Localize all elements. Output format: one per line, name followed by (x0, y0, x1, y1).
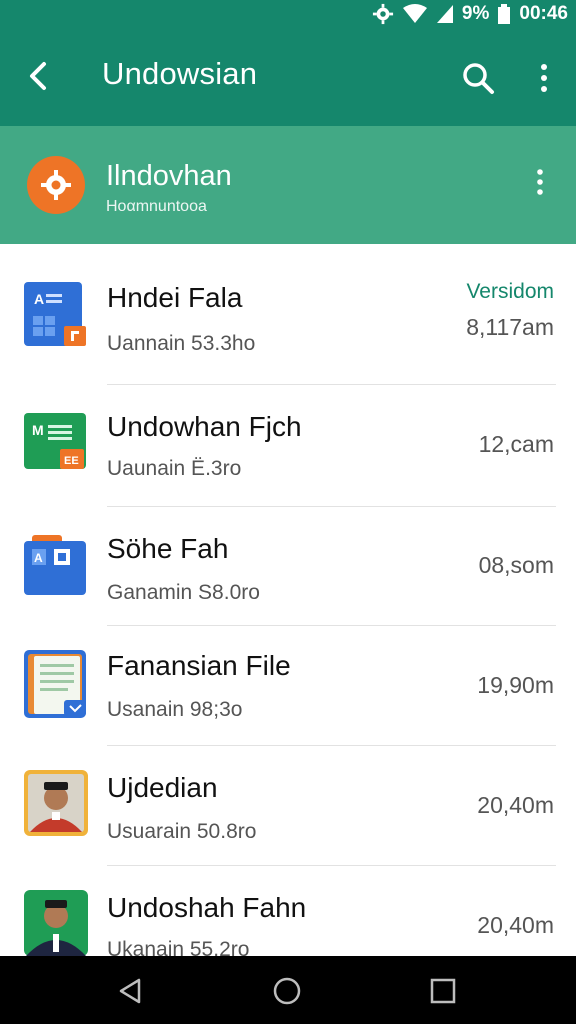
search-icon[interactable] (460, 60, 496, 96)
svg-text:A: A (34, 551, 43, 565)
file-title: Undowhan Fjch (107, 411, 302, 442)
recents-square-icon[interactable] (428, 976, 458, 1006)
gear-logo-icon (41, 170, 71, 200)
file-title: Ujdedian (107, 772, 218, 803)
list-item[interactable]: M EE Undowhan Fjch Uaunain Ë.3ro 12,cam (0, 385, 576, 507)
battery-icon (497, 4, 511, 24)
docs-file-icon: A (24, 282, 88, 348)
file-time: 20,40m (477, 792, 554, 818)
signal-icon (436, 4, 454, 24)
version-badge: Versidom (466, 280, 554, 303)
settings-gear-icon (372, 3, 394, 25)
page-title: Undowsian (102, 56, 258, 91)
status-icons: 9% 00:46 (372, 3, 568, 25)
file-subtitle: Uaunain Ë.3ro (107, 457, 242, 480)
svg-text:M: M (32, 422, 44, 438)
list-item[interactable]: A Hndei Fala Uannain 53.3ho Versidom 8,1… (0, 244, 576, 385)
file-time: 12,cam (478, 431, 554, 457)
file-title: Fanansian File (107, 650, 291, 681)
person-photo-icon (24, 890, 88, 956)
list-item[interactable]: Fanansian File Usanain 98;3o 19,90m (0, 626, 576, 746)
list-item[interactable]: Ujdedian Usuarain 50.8ro 20,40m (0, 746, 576, 866)
home-circle-icon[interactable] (272, 976, 302, 1006)
account-subtitle: Hoαmnuntooa (106, 198, 207, 215)
file-time: 19,90m (477, 672, 554, 698)
file-subtitle: Ganamin S8.0ro (107, 581, 260, 604)
svg-text:A: A (34, 291, 44, 307)
file-time: 08,som (478, 552, 554, 578)
account-more-icon[interactable] (528, 166, 552, 198)
sheets-file-icon: M EE (24, 413, 88, 479)
clock: 00:46 (519, 3, 568, 24)
person-photo-icon (24, 770, 88, 836)
file-title: Hndei Fala (107, 282, 243, 313)
file-time: 8,117am (466, 314, 554, 340)
back-arrow-icon[interactable] (22, 56, 56, 96)
file-title: Söhe Fah (107, 533, 229, 564)
list-item[interactable]: Undoshah Fahn Ukanain 55.2ro 20,40m (0, 866, 576, 956)
list-item[interactable]: A Söhe Fah Ganamin S8.0ro 08,som (0, 507, 576, 626)
back-triangle-icon[interactable] (115, 976, 145, 1006)
file-subtitle: Usanain 98;3o (107, 698, 243, 721)
file-subtitle: Uannain 53.3ho (107, 332, 256, 355)
file-subtitle: Ukanain 55.2ro (107, 938, 250, 956)
svg-text:EE: EE (64, 455, 79, 467)
folder-file-icon: A (24, 535, 88, 601)
battery-percent: 9% (461, 3, 490, 24)
notes-file-icon (24, 648, 88, 720)
file-title: Undoshah Fahn (107, 892, 307, 923)
wifi-icon (402, 4, 428, 24)
account-header[interactable]: Ilndovhan Hoαmnuntooa (0, 126, 576, 244)
file-time: 20,40m (477, 912, 554, 938)
file-list: A Hndei Fala Uannain 53.3ho Versidom 8,1… (0, 244, 576, 956)
file-subtitle: Usuarain 50.8ro (107, 820, 257, 843)
more-vert-icon[interactable] (532, 62, 556, 94)
status-bar: 9% 00:46 (0, 0, 576, 28)
app-bar: Undowsian (0, 28, 576, 126)
avatar[interactable] (27, 156, 85, 214)
system-nav-bar (0, 956, 576, 1024)
account-name: Ilndovhan (106, 160, 232, 192)
